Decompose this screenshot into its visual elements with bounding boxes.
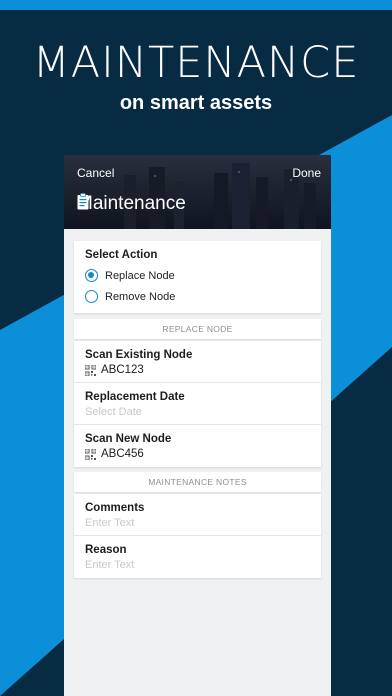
field-label: Reason xyxy=(85,544,127,556)
radio-label: Remove Node xyxy=(105,290,176,303)
field-label: Comments xyxy=(85,502,145,514)
select-action-label: Select Action xyxy=(85,249,158,261)
comments-field[interactable]: Comments Enter Text xyxy=(74,494,321,536)
page-title: Maintenance xyxy=(77,193,186,214)
radio-label: Replace Node xyxy=(105,269,175,282)
comments-placeholder: Enter Text xyxy=(85,517,135,529)
field-label: Scan Existing Node xyxy=(85,349,193,361)
app-header: Cancel Done Maintenance xyxy=(64,155,331,229)
field-value: ABC123 xyxy=(101,364,144,376)
hero-subtitle: on smart assets xyxy=(119,92,273,114)
scan-new-node-field[interactable]: Scan New Node ABC456 xyxy=(74,425,321,467)
header-title-group: Maintenance xyxy=(77,193,186,215)
replace-node-card: Scan Existing Node ABC123 Replacement Da… xyxy=(74,341,321,467)
field-label: Replacement Date xyxy=(85,391,185,403)
radio-unselected-icon[interactable] xyxy=(85,290,98,303)
section-header-replace-node: REPLACE NODE xyxy=(74,319,321,339)
form-content: Select Action Replace Node Remove Node R… xyxy=(74,241,321,583)
reason-field[interactable]: Reason Enter Text xyxy=(74,536,321,578)
date-placeholder: Select Date xyxy=(85,406,142,418)
field-value: ABC456 xyxy=(101,448,144,460)
field-label: Scan New Node xyxy=(85,433,172,445)
phone-screen: Cancel Done Maintenance Select Action Re… xyxy=(64,155,331,696)
scan-existing-node-field[interactable]: Scan Existing Node ABC123 xyxy=(74,341,321,383)
qr-code-icon xyxy=(85,448,96,460)
replacement-date-field[interactable]: Replacement Date Select Date xyxy=(74,383,321,425)
clipboard-icon xyxy=(77,193,89,210)
section-header-maintenance-notes: MAINTENANCE NOTES xyxy=(74,472,321,492)
hero-title: MAINTENANCE xyxy=(32,38,360,88)
cancel-button[interactable]: Cancel xyxy=(77,166,114,180)
maintenance-notes-card: Comments Enter Text Reason Enter Text xyxy=(74,494,321,578)
radio-remove-node[interactable]: Remove Node xyxy=(85,290,310,303)
done-button[interactable]: Done xyxy=(292,166,321,180)
select-action-card: Select Action Replace Node Remove Node xyxy=(74,241,321,313)
radio-replace-node[interactable]: Replace Node xyxy=(85,269,310,282)
qr-code-icon xyxy=(85,364,96,376)
reason-placeholder: Enter Text xyxy=(85,559,135,571)
radio-selected-icon[interactable] xyxy=(85,269,98,282)
